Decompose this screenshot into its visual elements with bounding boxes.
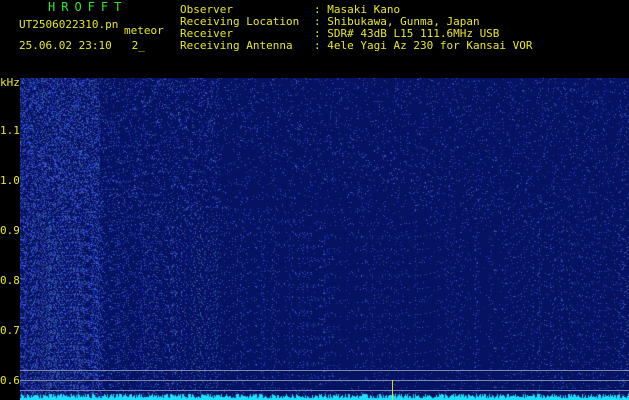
frequency-tick-label: 1.0 xyxy=(0,174,20,187)
meteor-echo-marker xyxy=(392,380,393,400)
station-info-labels: Observer Receiving Location Receiver Rec… xyxy=(180,3,300,52)
spectrogram-plot xyxy=(20,78,629,400)
station-info-values: : Masaki Kano : Shibukawa, Gunma, Japan … xyxy=(314,3,533,52)
frequency-tick-label: 1.1 xyxy=(0,124,20,137)
threshold-line xyxy=(20,390,629,391)
frequency-tick-label: 0.9 xyxy=(0,224,20,237)
app-title: HROFFT xyxy=(48,0,128,14)
threshold-line xyxy=(20,380,629,381)
file-name-label: UT2506022310.pn xyxy=(19,18,119,31)
frequency-tick-label: 0.7 xyxy=(0,324,20,337)
frequency-unit-label: kHz xyxy=(0,76,20,89)
frequency-tick-label: 0.6 xyxy=(0,374,20,387)
spectrogram-canvas xyxy=(20,78,629,400)
datetime-label: 25.06.02 23:10 2_ xyxy=(19,39,145,52)
threshold-line xyxy=(20,370,629,371)
mode-label: meteor xyxy=(124,24,164,37)
frequency-tick-label: 0.8 xyxy=(0,274,20,287)
